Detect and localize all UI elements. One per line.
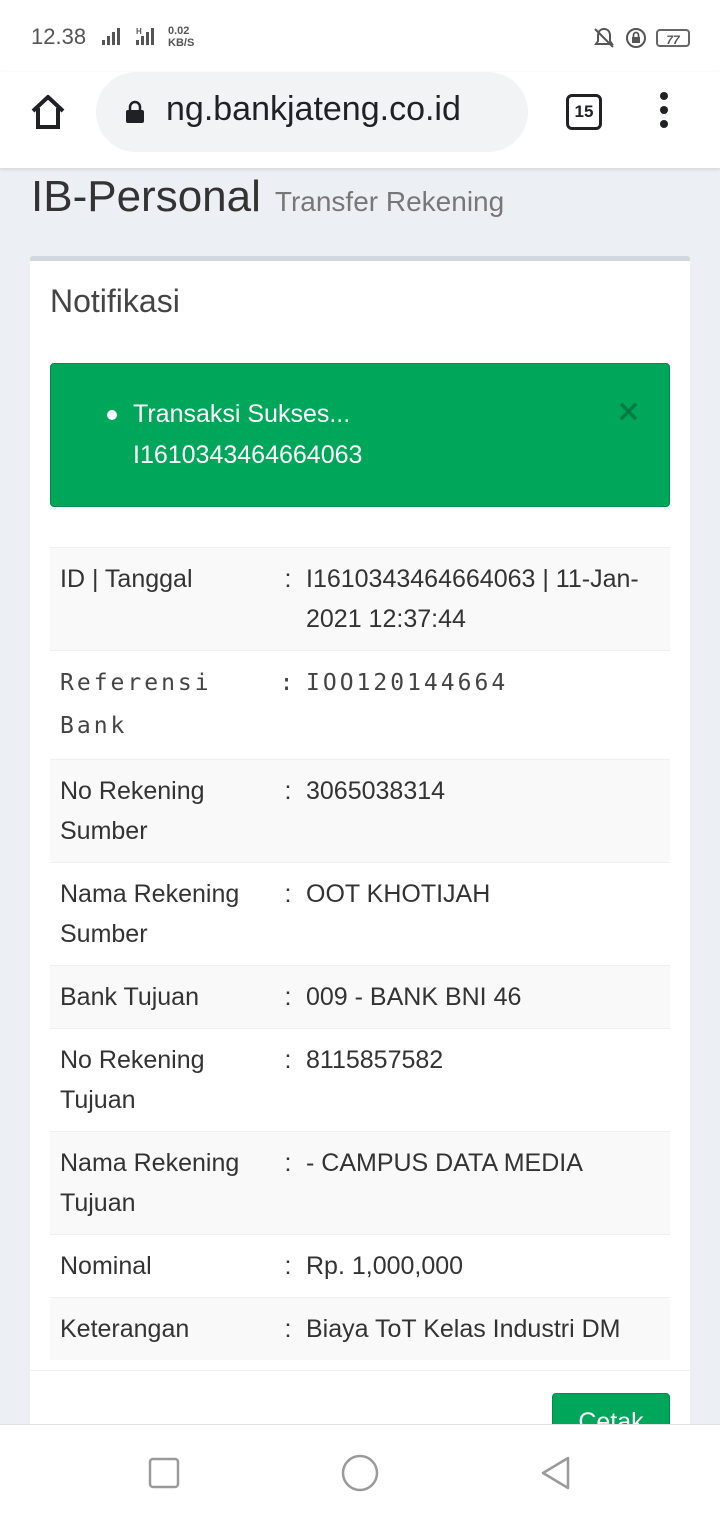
row-label: No Rekening Sumber: [60, 777, 205, 845]
row-label: Bank Tujuan: [60, 983, 199, 1011]
row-value: I1610343464664063 | 11-Jan-2021 12:37:44: [306, 565, 639, 633]
row-label: No Rekening Tujuan: [60, 1046, 205, 1114]
table-row: Nama Rekening Tujuan : - CAMPUS DATA MED…: [50, 1131, 670, 1235]
url-text[interactable]: ng.bankjateng.co.id: [166, 90, 461, 129]
alert-item: I1610343464664063: [133, 435, 362, 476]
content-header: IB-Personal Transfer Rekening: [31, 172, 504, 222]
battery-icon: 77: [656, 29, 690, 47]
alert-line-1: Transaksi Sukses...: [133, 400, 351, 428]
svg-text:H: H: [136, 27, 142, 36]
mute-notification-icon: [594, 27, 614, 48]
home-nav-icon[interactable]: [340, 1453, 380, 1493]
signal-icon: [102, 28, 120, 45]
table-row: Keterangan : Biaya ToT Kelas Industri DM: [50, 1297, 670, 1360]
table-row: ID | Tanggal : I1610343464664063 | 11-Ja…: [50, 547, 670, 651]
notification-box: Notifikasi Transaksi Sukses... I16103434…: [30, 256, 690, 1456]
row-separator: :: [284, 1046, 292, 1074]
row-label: Keterangan: [60, 1315, 190, 1343]
row-value: Biaya ToT Kelas Industri DM: [306, 1315, 621, 1343]
alert-item: Transaksi Sukses...: [107, 394, 362, 435]
table-row: Nominal : Rp. 1,000,000: [50, 1234, 670, 1298]
row-value: IOO120144664: [306, 670, 509, 696]
footer-divider: [30, 1370, 690, 1371]
row-separator: :: [284, 880, 292, 908]
status-right-icons: 77: [592, 26, 690, 50]
rotation-lock-icon: [626, 28, 646, 48]
box-title: Notifikasi: [50, 283, 180, 319]
page-subtitle: Transfer Rekening: [274, 186, 505, 217]
tab-switcher-button[interactable]: 15: [566, 94, 602, 130]
address-bar[interactable]: ng.bankjateng.co.id: [96, 72, 528, 152]
table-row: Referensi Bank : IOO120144664: [50, 650, 670, 760]
overflow-menu-icon[interactable]: [650, 92, 678, 132]
row-value: 009 - BANK BNI 46: [306, 983, 522, 1011]
row-value: OOT KHOTIJAH: [306, 880, 491, 908]
net-speed: 0.02 KB/S: [168, 25, 194, 49]
row-separator: :: [284, 1315, 292, 1343]
row-value: 8115857582: [306, 1046, 444, 1074]
net-speed-unit: KB/S: [168, 37, 195, 49]
row-label: ID | Tanggal: [60, 565, 193, 593]
table-row: Nama Rekening Sumber : OOT KHOTIJAH: [50, 862, 670, 966]
signal-icon-2: H: [136, 27, 154, 45]
back-icon[interactable]: [538, 1455, 574, 1491]
table-row: No Rekening Sumber : 3065038314: [50, 759, 670, 863]
row-separator: :: [284, 1149, 292, 1177]
row-label: Nominal: [60, 1252, 152, 1280]
row-label: Referensi Bank: [60, 670, 212, 739]
recent-apps-icon[interactable]: [146, 1455, 182, 1491]
alert-list: Transaksi Sukses... I1610343464664063: [107, 394, 362, 476]
row-separator: :: [284, 777, 292, 805]
row-separator: :: [284, 983, 292, 1011]
row-value: 3065038314: [306, 777, 446, 805]
status-time: 12.38: [31, 24, 87, 49]
row-value: - CAMPUS DATA MEDIA: [306, 1149, 583, 1177]
table-row: No Rekening Tujuan : 8115857582: [50, 1028, 670, 1132]
browser-toolbar: ng.bankjateng.co.id 15: [0, 72, 720, 169]
row-value: Rp. 1,000,000: [306, 1252, 464, 1280]
row-label: Nama Rekening Sumber: [60, 880, 240, 948]
row-separator: :: [279, 670, 297, 696]
net-speed-value: 0.02: [168, 25, 190, 37]
success-alert: Transaksi Sukses... I1610343464664063 ×: [50, 363, 670, 507]
system-nav-bar: [0, 1424, 720, 1521]
table-row: Bank Tujuan : 009 - BANK BNI 46: [50, 965, 670, 1029]
status-bar: 12.38 H 0.02 KB/S 77: [0, 0, 720, 72]
home-icon[interactable]: [28, 92, 68, 132]
page-title: IB-Personal: [31, 172, 261, 221]
transaction-detail-table: ID | Tanggal : I1610343464664063 | 11-Ja…: [50, 547, 670, 1360]
bullet-icon: [107, 410, 117, 420]
alert-line-2: I1610343464664063: [133, 441, 363, 469]
row-separator: :: [284, 1252, 292, 1280]
row-label: Nama Rekening Tujuan: [60, 1149, 240, 1217]
close-icon[interactable]: ×: [616, 394, 641, 429]
row-separator: :: [284, 565, 292, 593]
lock-icon: [126, 100, 144, 123]
